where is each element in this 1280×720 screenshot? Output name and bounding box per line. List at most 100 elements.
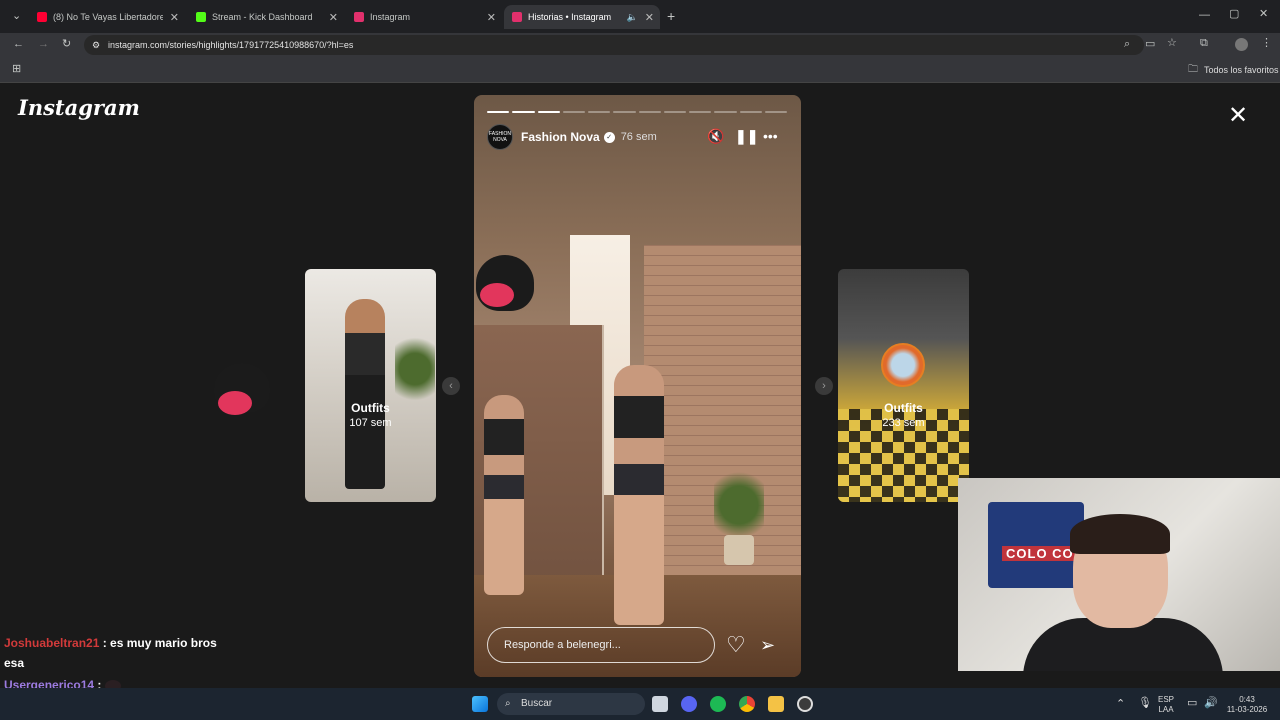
menu-icon[interactable]: ⋮ xyxy=(1261,38,1272,49)
prev-arrow-icon[interactable]: ‹ xyxy=(442,377,460,395)
heart-icon xyxy=(218,391,252,415)
url-text: instagram.com/stories/highlights/1791772… xyxy=(108,40,354,50)
task-view-icon[interactable] xyxy=(652,696,668,712)
maximize-icon[interactable]: ▢ xyxy=(1229,9,1239,20)
volume-icon[interactable]: 🔊 xyxy=(1204,698,1218,709)
instagram-logo[interactable]: Instagram xyxy=(18,95,140,120)
tab-search-icon[interactable]: ⌄ xyxy=(12,11,21,22)
emote-sticker xyxy=(214,363,270,415)
lang-bottom: LAA xyxy=(1158,705,1174,714)
story-avatar[interactable]: FASHION NOVA xyxy=(487,124,513,150)
story-progress-segment xyxy=(739,111,762,113)
microphone-icon[interactable]: 🎙 xyxy=(1138,698,1152,709)
taskbar-search[interactable]: ⌕ Buscar xyxy=(497,693,645,715)
close-icon[interactable]: ✕ xyxy=(329,11,338,24)
verified-icon: ✓ xyxy=(603,131,615,143)
story-progress-segment xyxy=(764,111,787,113)
forward-icon[interactable]: → xyxy=(38,39,49,50)
card-title: Outfits xyxy=(884,401,923,415)
story-progress-segment xyxy=(512,111,535,113)
tab-historias[interactable]: Historias • Instagram 🔈 ✕ xyxy=(504,5,660,29)
tab-label: Stream - Kick Dashboard xyxy=(212,12,313,22)
chat-message-cont: esa xyxy=(4,656,25,670)
site-info-icon[interactable]: ⚙ xyxy=(92,35,100,55)
window-close-icon[interactable]: ✕ xyxy=(1259,9,1268,20)
network-icon[interactable]: ▭ xyxy=(1187,698,1197,709)
clock-time: 0:43 xyxy=(1239,695,1255,704)
card-time: 233 sem xyxy=(882,417,925,429)
reply-input[interactable]: Responde a belenegri... xyxy=(487,627,715,663)
close-icon[interactable]: ✕ xyxy=(170,11,179,24)
tab-label: (8) No Te Vayas Libertadores Ft. xyxy=(53,12,163,22)
back-icon[interactable]: ← xyxy=(13,39,24,50)
story-pot xyxy=(724,535,754,565)
mute-icon[interactable]: 🔇 xyxy=(707,128,724,145)
taskbar: ⌕ Buscar ⌃ ESP LAA 🎙 ▭ 🔊 0:43 11-03-2026 xyxy=(0,688,1280,720)
story-progress-segment xyxy=(562,111,585,113)
audio-icon[interactable]: 🔈 xyxy=(627,12,638,23)
story-username[interactable]: Fashion Nova xyxy=(521,130,600,144)
star-icon[interactable]: ☆ xyxy=(1167,38,1177,49)
card-title: Outfits xyxy=(351,401,390,415)
bookmarks-bar: ⊞ 🗀 Todos los favoritos xyxy=(0,57,1280,83)
chrome-icon[interactable] xyxy=(739,696,755,712)
all-bookmarks-label[interactable]: Todos los favoritos xyxy=(1204,65,1279,75)
story-viewer[interactable]: FASHION NOVA Fashion Nova ✓ 76 sem 🔇 ❚❚ … xyxy=(474,95,801,677)
more-options-icon[interactable]: ••• xyxy=(763,128,778,144)
search-label: Buscar xyxy=(521,698,553,709)
close-icon[interactable]: ✕ xyxy=(487,11,496,24)
windows-start-icon[interactable] xyxy=(472,696,488,712)
close-story-icon[interactable]: ✕ xyxy=(1228,101,1248,130)
tab-youtube[interactable]: (8) No Te Vayas Libertadores Ft. ✕ xyxy=(29,5,185,29)
zoom-icon[interactable]: ⌕ xyxy=(1124,39,1130,50)
obs-icon[interactable] xyxy=(797,696,813,712)
tab-kick[interactable]: Stream - Kick Dashboard ✕ xyxy=(188,5,344,29)
spotify-icon[interactable] xyxy=(710,696,726,712)
extensions-icon[interactable]: ⧉ xyxy=(1200,38,1208,49)
reload-icon[interactable]: ↻ xyxy=(62,39,71,50)
card-time: 107 sem xyxy=(349,417,392,429)
discord-icon[interactable] xyxy=(681,696,697,712)
clock[interactable]: 0:43 11-03-2026 xyxy=(1222,695,1272,715)
story-progress-segment xyxy=(638,111,661,113)
chat-message: Joshuabeltran21 : es muy mario bros xyxy=(4,636,217,650)
story-progress-segment xyxy=(588,111,611,113)
heart-icon xyxy=(480,283,514,307)
streamer-hair xyxy=(1070,514,1170,554)
kick-icon xyxy=(196,12,206,22)
chat-username: Joshuabeltran21 xyxy=(4,636,100,650)
next-arrow-icon[interactable]: › xyxy=(815,377,833,395)
folder-icon[interactable]: 🗀 xyxy=(1188,65,1198,75)
file-explorer-icon[interactable] xyxy=(768,696,784,712)
webcam-overlay: COLO CO xyxy=(958,478,1280,671)
minimize-icon[interactable]: — xyxy=(1199,10,1210,21)
story-progress-segment xyxy=(714,111,737,113)
like-icon[interactable]: ♡ xyxy=(726,632,746,658)
language-indicator[interactable]: ESP LAA xyxy=(1158,695,1174,715)
pause-icon[interactable]: ❚❚ xyxy=(735,128,758,145)
lang-top: ESP xyxy=(1158,695,1175,704)
nav-toolbar: ← → ↻ ⚙ instagram.com/stories/highlights… xyxy=(0,33,1280,57)
apps-grid-icon[interactable]: ⊞ xyxy=(12,64,21,75)
cast-icon[interactable]: ▭ xyxy=(1145,39,1155,50)
card-avatar xyxy=(881,343,925,387)
send-icon[interactable]: ➢ xyxy=(760,635,775,656)
profile-avatar[interactable] xyxy=(1235,38,1248,51)
close-icon[interactable]: ✕ xyxy=(645,11,654,24)
chat-text: es muy mario bros xyxy=(110,636,217,650)
address-bar[interactable]: ⚙ instagram.com/stories/highlights/17917… xyxy=(84,35,1144,55)
story-header: FASHION NOVA Fashion Nova ✓ 76 sem 🔇 ❚❚ … xyxy=(487,124,787,150)
new-tab-icon[interactable]: + xyxy=(667,9,675,23)
story-progress-segment xyxy=(689,111,712,113)
tab-label: Instagram xyxy=(370,12,411,22)
story-person xyxy=(614,365,664,625)
next-story-card[interactable]: Outfits 233 sem xyxy=(838,269,969,502)
story-time: 76 sem xyxy=(620,131,657,143)
story-reflection xyxy=(484,395,524,595)
story-progress-segment xyxy=(537,111,560,113)
story-progress-segment xyxy=(487,111,510,113)
tab-instagram[interactable]: Instagram ✕ xyxy=(346,5,502,29)
chat-separator: : xyxy=(99,636,111,650)
tray-chevron-icon[interactable]: ⌃ xyxy=(1116,699,1125,710)
prev-story-card[interactable]: Outfits 107 sem xyxy=(305,269,436,502)
